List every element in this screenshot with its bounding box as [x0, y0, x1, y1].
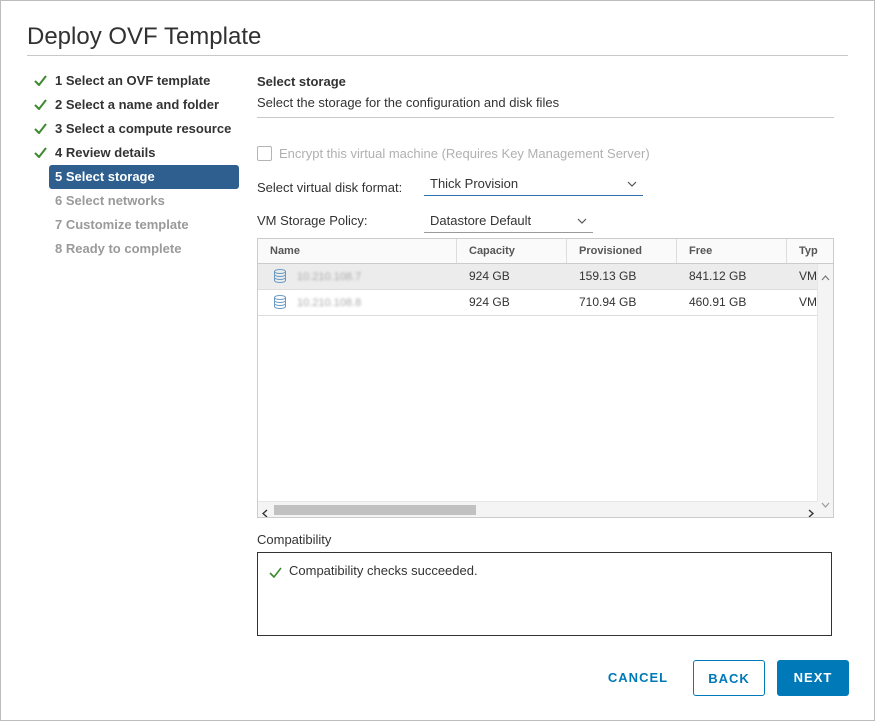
horizontal-scroll-thumb[interactable] [274, 505, 476, 515]
step-label: 6 Select networks [55, 193, 165, 208]
col-header-type[interactable]: Typ [787, 239, 833, 263]
policy-label: VM Storage Policy: [257, 213, 368, 228]
chevron-down-icon [577, 210, 587, 239]
step-label: 2 Select a name and folder [55, 97, 220, 112]
encrypt-label: Encrypt this virtual machine (Requires K… [279, 146, 650, 161]
scroll-left-icon[interactable] [261, 505, 268, 517]
cell-free: 841.12 GB [689, 269, 747, 283]
horizontal-scrollbar[interactable] [258, 501, 818, 517]
cell-free: 460.91 GB [689, 295, 747, 309]
next-button[interactable]: NEXT [777, 660, 849, 696]
cancel-button[interactable]: CANCEL [601, 660, 675, 696]
section-subtitle: Select the storage for the configuration… [257, 89, 834, 118]
step-8: 8 Ready to complete [33, 237, 239, 261]
step-label: 8 Ready to complete [55, 241, 182, 256]
col-header-free[interactable]: Free [677, 239, 787, 263]
step-3[interactable]: 3 Select a compute resource [33, 117, 239, 141]
table-row[interactable]: 10.210.108.7 924 GB 159.13 GB 841.12 GB … [258, 264, 818, 290]
title-divider [27, 55, 848, 56]
checkmark-icon [33, 69, 49, 93]
col-header-name[interactable]: Name [258, 239, 457, 263]
encrypt-checkbox-row: Encrypt this virtual machine (Requires K… [257, 145, 650, 163]
chevron-down-icon [627, 173, 637, 202]
datastore-table: Name Capacity Provisioned Free Typ 10.21… [257, 238, 834, 518]
compatibility-box: Compatibility checks succeeded. [257, 552, 832, 636]
scroll-up-icon[interactable] [821, 268, 830, 286]
disk-format-value: Thick Provision [430, 176, 519, 191]
disk-format-label: Select virtual disk format: [257, 180, 403, 195]
deploy-ovf-dialog: Deploy OVF Template 1 Select an OVF temp… [0, 0, 875, 721]
back-button[interactable]: BACK [693, 660, 765, 696]
step-4[interactable]: 4 Review details [33, 141, 239, 165]
datastore-name: 10.210.108.7 [297, 271, 362, 283]
storage-panel: Select storage Select the storage for th… [257, 69, 834, 636]
table-header: Name Capacity Provisioned Free Typ [258, 239, 833, 264]
cell-capacity: 924 GB [469, 295, 510, 309]
step-2[interactable]: 2 Select a name and folder [33, 93, 239, 117]
col-header-capacity[interactable]: Capacity [457, 239, 567, 263]
dialog-title: Deploy OVF Template [27, 23, 262, 50]
encrypt-checkbox [257, 146, 272, 161]
table-row[interactable]: 10.210.108.8 924 GB 710.94 GB 460.91 GB … [258, 290, 818, 316]
policy-value: Datastore Default [430, 213, 532, 228]
col-header-provisioned[interactable]: Provisioned [567, 239, 677, 263]
scroll-right-icon[interactable] [808, 505, 815, 517]
section-heading: Select storage [257, 74, 346, 89]
step-label: 7 Customize template [55, 217, 189, 232]
checkmark-icon [33, 93, 49, 117]
step-7: 7 Customize template [33, 213, 239, 237]
cell-type: VM [799, 269, 817, 283]
checkmark-icon [269, 565, 282, 583]
cell-provisioned: 159.13 GB [579, 269, 637, 283]
compatibility-label: Compatibility [257, 532, 332, 547]
step-label: 5 Select storage [55, 169, 155, 184]
vertical-scrollbar[interactable] [817, 264, 833, 517]
storage-policy-select[interactable]: Datastore Default [424, 210, 593, 233]
step-1[interactable]: 1 Select an OVF template [33, 69, 239, 93]
step-label: 1 Select an OVF template [55, 73, 211, 88]
step-6: 6 Select networks [33, 189, 239, 213]
disk-format-select[interactable]: Thick Provision [424, 173, 643, 196]
checkmark-icon [33, 117, 49, 141]
datastore-name: 10.210.108.8 [297, 297, 362, 309]
cell-capacity: 924 GB [469, 269, 510, 283]
compatibility-message: Compatibility checks succeeded. [289, 563, 478, 578]
wizard-steps: 1 Select an OVF template 2 Select a name… [33, 69, 239, 261]
step-label: 4 Review details [55, 145, 156, 160]
scroll-down-icon[interactable] [821, 495, 830, 513]
step-label: 3 Select a compute resource [55, 121, 232, 136]
cell-provisioned: 710.94 GB [579, 295, 637, 309]
cell-type: VM [799, 295, 817, 309]
step-5-active[interactable]: 5 Select storage [49, 165, 239, 189]
checkmark-icon [33, 141, 49, 165]
